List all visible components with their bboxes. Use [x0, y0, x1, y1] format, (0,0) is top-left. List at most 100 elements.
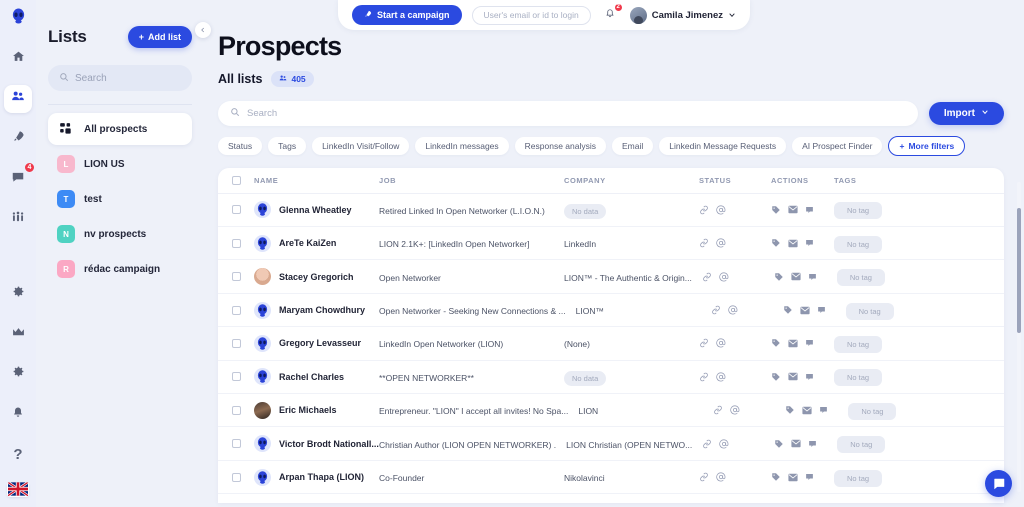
- login-as-user-input[interactable]: User's email or id to login: [471, 5, 591, 25]
- column-header-status[interactable]: STATUS: [699, 176, 771, 185]
- import-button[interactable]: Import: [928, 101, 1004, 125]
- sidebar-item-notifications[interactable]: [4, 401, 32, 428]
- row-checkbox[interactable]: [232, 472, 241, 482]
- list-item-all-prospects[interactable]: All prospects: [48, 113, 192, 145]
- sidebar-item-upgrade[interactable]: [4, 321, 32, 348]
- select-all-checkbox[interactable]: [232, 175, 241, 185]
- column-header-tags[interactable]: TAGS: [834, 176, 990, 185]
- tag-icon[interactable]: [774, 272, 784, 282]
- cell-name[interactable]: Stacey Gregorich: [279, 272, 354, 282]
- link-icon[interactable]: [699, 338, 709, 348]
- tag-icon[interactable]: [771, 372, 781, 382]
- start-campaign-button[interactable]: Start a campaign: [352, 5, 462, 25]
- row-checkbox[interactable]: [232, 439, 241, 449]
- tag-badge[interactable]: No tag: [834, 235, 883, 253]
- row-checkbox[interactable]: [232, 405, 241, 415]
- sidebar-item-prospects[interactable]: [4, 85, 32, 113]
- cell-name[interactable]: Maryam Chowdhury: [279, 305, 365, 315]
- column-header-company[interactable]: COMPANY: [564, 176, 699, 185]
- sidebar-item-help[interactable]: ?: [4, 441, 32, 468]
- more-filters-button[interactable]: + More filters: [888, 135, 966, 156]
- envelope-icon[interactable]: [788, 239, 798, 248]
- filter-chip-linkedin-visit-follow[interactable]: LinkedIn Visit/Follow: [312, 136, 410, 155]
- user-menu[interactable]: Camila Jimenez: [629, 6, 736, 24]
- chevron-left-icon[interactable]: [195, 22, 211, 38]
- sidebar-item-settings-top[interactable]: [4, 280, 32, 307]
- sidebar-item-team[interactable]: [4, 206, 32, 233]
- at-icon[interactable]: [719, 272, 729, 282]
- tag-badge[interactable]: No tag: [834, 202, 883, 220]
- notifications-button[interactable]: 2: [601, 2, 623, 25]
- comment-icon[interactable]: [808, 439, 817, 449]
- tag-icon[interactable]: [783, 305, 793, 315]
- row-checkbox[interactable]: [232, 205, 241, 215]
- cell-name[interactable]: AreTe KaiZen: [279, 238, 336, 248]
- tag-badge[interactable]: No tag: [834, 369, 883, 387]
- tag-icon[interactable]: [785, 405, 795, 415]
- tag-badge[interactable]: No tag: [836, 269, 885, 287]
- row-checkbox[interactable]: [232, 272, 241, 282]
- at-icon[interactable]: [730, 405, 740, 415]
- tag-icon[interactable]: [771, 205, 781, 215]
- scrollbar-thumb[interactable]: [1017, 208, 1021, 333]
- sidebar-item-messages[interactable]: 4: [4, 161, 35, 193]
- cell-name[interactable]: Glenna Wheatley: [279, 205, 352, 215]
- table-row[interactable]: Glenna Wheatley Retired Linked In Open Ne…: [218, 194, 1004, 228]
- cell-name[interactable]: Arpan Thapa (LION): [279, 472, 364, 482]
- uk-flag-icon[interactable]: [7, 481, 29, 498]
- at-icon[interactable]: [716, 205, 726, 215]
- comment-icon[interactable]: [808, 272, 817, 282]
- comment-icon[interactable]: [805, 338, 814, 348]
- comment-icon[interactable]: [805, 372, 814, 382]
- sidebar-item-campaigns[interactable]: [4, 126, 32, 153]
- add-list-button[interactable]: + Add list: [127, 26, 192, 48]
- at-icon[interactable]: [719, 439, 729, 449]
- link-icon[interactable]: [699, 205, 709, 215]
- filter-chip-email[interactable]: Email: [612, 136, 654, 155]
- tag-badge[interactable]: No tag: [834, 335, 883, 353]
- tag-badge[interactable]: No tag: [834, 469, 883, 487]
- filter-chip-tags[interactable]: Tags: [268, 136, 307, 155]
- list-item-test[interactable]: T test: [48, 183, 192, 215]
- column-header-job[interactable]: JOB: [379, 176, 564, 185]
- at-icon[interactable]: [716, 372, 726, 382]
- table-row[interactable]: Gregory Levasseur LinkedIn Open Networker…: [218, 327, 1004, 361]
- envelope-icon[interactable]: [788, 372, 798, 381]
- tag-icon[interactable]: [771, 238, 781, 248]
- table-row[interactable]: Stacey Gregorich Open Networker LION™ - Th…: [218, 260, 1004, 294]
- breadcrumb-label[interactable]: All lists: [218, 72, 262, 86]
- tag-icon[interactable]: [771, 338, 781, 348]
- list-item-lion-us[interactable]: L LION US: [48, 148, 192, 180]
- tag-badge[interactable]: No tag: [848, 402, 897, 420]
- link-icon[interactable]: [711, 305, 721, 315]
- envelope-icon[interactable]: [802, 406, 812, 415]
- envelope-icon[interactable]: [800, 306, 810, 315]
- table-row[interactable]: AreTe KaiZen LION 2.1K+: [LinkedIn Open N…: [218, 227, 1004, 261]
- tag-badge[interactable]: No tag: [837, 436, 886, 454]
- filter-chip-ai-prospect-finder[interactable]: AI Prospect Finder: [792, 136, 883, 155]
- comment-icon[interactable]: [805, 205, 814, 215]
- column-header-actions[interactable]: ACTIONS: [771, 176, 834, 185]
- row-checkbox[interactable]: [232, 305, 241, 315]
- comment-icon[interactable]: [817, 305, 826, 315]
- cell-name[interactable]: Eric Michaels: [279, 405, 337, 415]
- table-row[interactable]: Victor Brodt Nationall... Christian Autho…: [218, 427, 1004, 461]
- envelope-icon[interactable]: [788, 473, 798, 482]
- row-checkbox[interactable]: [232, 338, 241, 348]
- comment-icon[interactable]: [805, 238, 814, 248]
- link-icon[interactable]: [702, 272, 712, 282]
- filter-chip-response-analysis[interactable]: Response analysis: [514, 136, 607, 155]
- cell-name[interactable]: Rachel Charles: [279, 372, 344, 382]
- cell-name[interactable]: Victor Brodt Nationall...: [279, 439, 379, 449]
- envelope-icon[interactable]: [788, 205, 798, 214]
- tag-badge[interactable]: No tag: [845, 302, 894, 320]
- table-row[interactable]: Rachel Charles **OPEN NETWORKER** No data N…: [218, 361, 1004, 395]
- row-checkbox[interactable]: [232, 372, 241, 382]
- envelope-icon[interactable]: [791, 272, 801, 281]
- comment-icon[interactable]: [819, 405, 828, 415]
- list-item-redac-campaign[interactable]: R rédac campaign: [48, 253, 192, 285]
- table-row[interactable]: Maryam Chowdhury Open Networker - Seeking…: [218, 294, 1004, 328]
- link-icon[interactable]: [713, 405, 723, 415]
- tag-icon[interactable]: [774, 439, 784, 449]
- sidebar-item-home[interactable]: [4, 45, 32, 72]
